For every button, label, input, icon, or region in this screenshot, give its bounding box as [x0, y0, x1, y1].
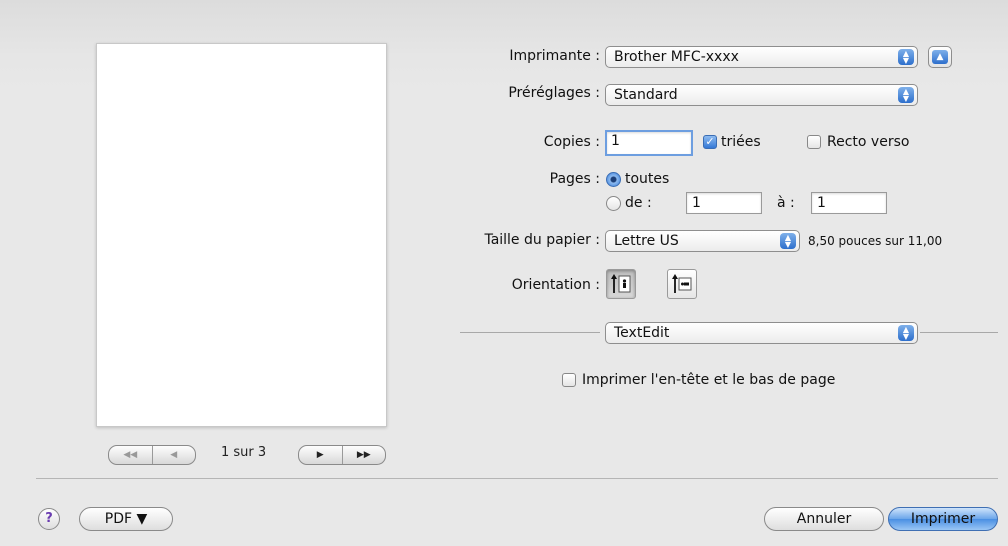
next-page-button[interactable]: ▶ — [299, 446, 342, 464]
last-page-button[interactable]: ▶▶ — [341, 446, 386, 464]
copies-label: Copies : — [543, 134, 600, 150]
previous-page-button[interactable]: ◀ — [151, 446, 196, 464]
help-icon: ? — [45, 511, 53, 526]
pages-all-label: toutes — [625, 171, 670, 187]
paper-size-popup[interactable]: Lettre US ▲ ▼ — [605, 230, 800, 252]
portrait-button[interactable] — [606, 269, 636, 299]
popup-arrows-icon: ▲ ▼ — [780, 233, 796, 249]
paper-size-label: Taille du papier : — [484, 232, 600, 248]
help-button[interactable]: ? — [38, 508, 60, 530]
presets-label: Préréglages : — [508, 85, 600, 101]
orientation-label: Orientation : — [511, 277, 600, 293]
paper-size-value: Lettre US — [614, 233, 679, 249]
page-preview — [96, 43, 387, 427]
preview-forward-buttons: ▶ ▶▶ — [298, 445, 386, 465]
popup-arrows-icon: ▲ ▼ — [898, 325, 914, 341]
pages-to-label: à : — [777, 195, 795, 211]
page-indicator: 1 sur 3 — [221, 445, 267, 460]
presets-value: Standard — [614, 87, 678, 103]
pages-from-field[interactable]: 1 — [686, 192, 762, 214]
popup-arrows-icon: ▲ ▼ — [898, 49, 914, 65]
pages-range-label: de : — [625, 195, 652, 211]
popup-arrows-icon: ▲ ▼ — [898, 87, 914, 103]
disclosure-up-icon: ▲ — [932, 50, 948, 64]
printer-value: Brother MFC-xxxx — [614, 49, 739, 65]
duplex-checkbox[interactable] — [807, 135, 821, 149]
duplex-label: Recto verso — [827, 134, 910, 150]
printer-popup[interactable]: Brother MFC-xxxx ▲ ▼ — [605, 46, 918, 68]
presets-popup[interactable]: Standard ▲ ▼ — [605, 84, 918, 106]
preview-back-buttons: ◀◀ ◀ — [108, 445, 196, 465]
printer-label: Imprimante : — [509, 48, 600, 64]
print-button[interactable]: Imprimer — [888, 507, 998, 531]
bottom-divider — [36, 478, 998, 479]
paper-dimensions: 8,50 pouces sur 11,00 — [808, 234, 943, 248]
copies-field[interactable]: 1 — [605, 130, 693, 156]
pages-label: Pages : — [549, 171, 600, 187]
landscape-orientation-icon — [672, 274, 692, 293]
pages-range-radio[interactable] — [606, 196, 621, 211]
portrait-orientation-icon — [611, 274, 631, 293]
pages-to-field[interactable]: 1 — [811, 192, 887, 214]
cancel-button[interactable]: Annuler — [764, 507, 884, 531]
collated-checkbox[interactable]: ✓ — [703, 135, 717, 149]
landscape-button[interactable] — [667, 269, 697, 299]
pages-all-radio[interactable] — [606, 172, 621, 187]
section-value: TextEdit — [614, 325, 670, 341]
first-page-button[interactable]: ◀◀ — [109, 446, 152, 464]
section-popup[interactable]: TextEdit ▲ ▼ — [605, 322, 918, 344]
header-footer-checkbox[interactable] — [562, 373, 576, 387]
separator-right — [920, 332, 998, 333]
header-footer-label: Imprimer l'en-tête et le bas de page — [582, 372, 836, 388]
collated-label: triées — [721, 134, 761, 150]
pdf-menu-button[interactable]: PDF ▼ — [79, 507, 173, 531]
collapse-dialog-button[interactable]: ▲ — [928, 46, 952, 68]
separator-left — [460, 332, 600, 333]
